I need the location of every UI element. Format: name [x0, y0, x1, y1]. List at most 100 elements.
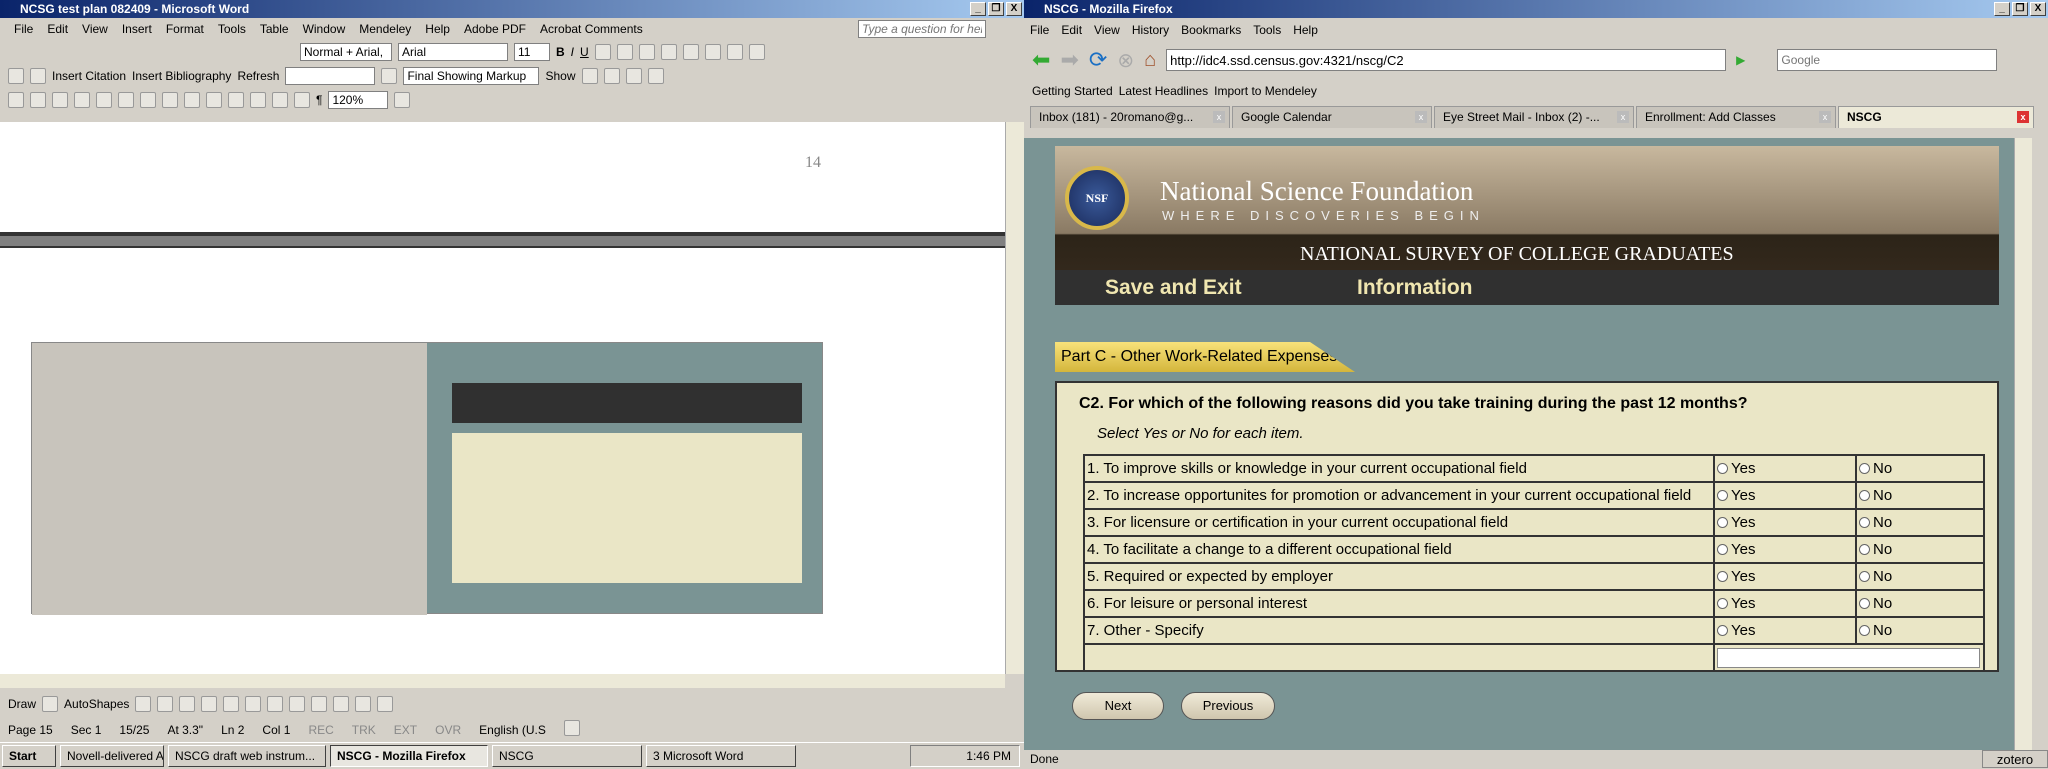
open-icon[interactable]	[30, 92, 46, 108]
close-button[interactable]: X	[1006, 2, 1022, 16]
arrow-icon[interactable]	[157, 696, 174, 712]
font-size-select[interactable]: 11	[514, 43, 550, 61]
bullets-icon[interactable]	[704, 44, 721, 60]
menu-file[interactable]: File	[1030, 18, 1049, 42]
no-radio[interactable]	[1859, 625, 1870, 636]
yes-radio[interactable]	[1717, 490, 1728, 501]
justify-icon[interactable]	[660, 44, 677, 60]
yes-option[interactable]: Yes	[1713, 508, 1857, 537]
show-button[interactable]: Show	[545, 69, 575, 83]
close-tab-icon[interactable]: x	[1213, 111, 1225, 123]
pdf-review-icon[interactable]	[30, 68, 46, 84]
drawing-icon[interactable]	[294, 92, 310, 108]
specify-input[interactable]	[1717, 647, 1981, 668]
menu-format[interactable]: Format	[166, 18, 204, 40]
spelling-status-icon[interactable]	[563, 720, 580, 736]
no-radio[interactable]	[1859, 544, 1870, 555]
draw-menu[interactable]: Draw	[8, 697, 36, 711]
align-center-icon[interactable]	[616, 44, 633, 60]
menu-help[interactable]: Help	[1293, 18, 1318, 42]
menu-view[interactable]: View	[1094, 18, 1120, 42]
insert-citation-button[interactable]: Insert Citation	[52, 69, 126, 83]
yes-option[interactable]: Yes	[1713, 481, 1857, 510]
citation-style-select[interactable]	[285, 67, 376, 85]
minimize-button[interactable]: _	[1994, 2, 2010, 16]
no-radio[interactable]	[1859, 517, 1870, 528]
menu-edit[interactable]: Edit	[1061, 18, 1082, 42]
url-input[interactable]	[1166, 49, 1727, 71]
yes-option[interactable]: Yes	[1713, 535, 1857, 564]
close-tab-icon[interactable]: x	[1819, 111, 1831, 123]
word-vertical-scrollbar[interactable]	[1005, 122, 1024, 674]
bookmark-getting-started[interactable]: Getting Started	[1032, 84, 1113, 98]
menu-acrobat-comments[interactable]: Acrobat Comments	[540, 18, 643, 40]
font-color-icon[interactable]	[748, 44, 765, 60]
tab-eye-street-mail[interactable]: Eye Street Mail - Inbox (2) -... x	[1434, 106, 1634, 128]
table-icon[interactable]	[272, 92, 288, 108]
home-icon[interactable]: ⌂	[1144, 49, 1156, 72]
line-color-icon[interactable]	[311, 696, 328, 712]
menu-edit[interactable]: Edit	[47, 18, 68, 40]
restore-button[interactable]: ❐	[988, 2, 1004, 16]
rectangle-icon[interactable]	[179, 696, 196, 712]
yes-radio[interactable]	[1717, 544, 1728, 555]
wordart-icon[interactable]	[245, 696, 262, 712]
no-radio[interactable]	[1859, 598, 1870, 609]
yes-option[interactable]: Yes	[1713, 454, 1857, 483]
oval-icon[interactable]	[201, 696, 218, 712]
tab-google-calendar[interactable]: Google Calendar x	[1232, 106, 1432, 128]
information-link[interactable]: Information	[1357, 270, 1473, 305]
close-button[interactable]: X	[2030, 2, 2046, 16]
insert-bibliography-button[interactable]: Insert Bibliography	[132, 69, 231, 83]
start-button[interactable]: Start	[2, 744, 56, 767]
highlight-icon[interactable]	[726, 44, 743, 60]
forward-icon[interactable]: ➡	[1060, 47, 1078, 73]
numbering-icon[interactable]	[682, 44, 699, 60]
tab-enrollment[interactable]: Enrollment: Add Classes x	[1636, 106, 1836, 128]
align-left-icon[interactable]	[594, 44, 611, 60]
no-option[interactable]: No	[1855, 589, 1985, 618]
no-option[interactable]: No	[1855, 454, 1985, 483]
yes-radio[interactable]	[1717, 598, 1728, 609]
taskbar-nscg-draft[interactable]: NSCG draft web instrum...	[168, 744, 326, 767]
yes-radio[interactable]	[1717, 463, 1728, 474]
no-option[interactable]: No	[1855, 481, 1985, 510]
spelling-icon[interactable]	[118, 92, 134, 108]
copy-icon[interactable]	[162, 92, 178, 108]
taskbar-firefox[interactable]: NSCG - Mozilla Firefox	[330, 744, 488, 767]
no-option[interactable]: No	[1855, 616, 1985, 645]
no-radio[interactable]	[1859, 571, 1870, 582]
refresh-button[interactable]: Refresh	[237, 69, 279, 83]
autoshapes-menu[interactable]: AutoShapes	[64, 697, 129, 711]
close-tab-icon[interactable]: x	[1415, 111, 1427, 123]
taskbar-novell[interactable]: Novell-delivered Applica...	[60, 744, 164, 767]
yes-option[interactable]: Yes	[1713, 562, 1857, 591]
shadow-icon[interactable]	[355, 696, 372, 712]
zotero-button[interactable]: zotero	[1982, 750, 2048, 768]
undo-icon[interactable]	[206, 92, 222, 108]
status-ovr[interactable]: OVR	[435, 720, 461, 740]
3d-icon[interactable]	[377, 696, 394, 712]
reload-icon[interactable]: ⟳	[1089, 47, 1107, 73]
status-ext[interactable]: EXT	[394, 720, 417, 740]
menu-mendeley[interactable]: Mendeley	[359, 18, 411, 40]
line-icon[interactable]	[135, 696, 152, 712]
search-input[interactable]	[1777, 49, 1998, 71]
menu-adobe-pdf[interactable]: Adobe PDF	[464, 18, 526, 40]
hyperlink-icon[interactable]	[250, 92, 266, 108]
previous-change-icon[interactable]	[581, 68, 598, 84]
new-icon[interactable]	[8, 92, 24, 108]
document-area[interactable]: 14	[0, 122, 1005, 674]
help-icon[interactable]	[394, 92, 411, 108]
no-radio[interactable]	[1859, 463, 1870, 474]
tab-inbox[interactable]: Inbox (181) - 20romano@g... x	[1030, 106, 1230, 128]
yes-radio[interactable]	[1717, 625, 1728, 636]
textbox-icon[interactable]	[223, 696, 240, 712]
align-right-icon[interactable]	[638, 44, 655, 60]
back-icon[interactable]: ⬅	[1032, 47, 1050, 73]
cut-icon[interactable]	[140, 92, 156, 108]
yes-option[interactable]: Yes	[1713, 589, 1857, 618]
style-select[interactable]: Normal + Arial,	[300, 43, 392, 61]
menu-history[interactable]: History	[1132, 18, 1169, 42]
menu-insert[interactable]: Insert	[122, 18, 152, 40]
